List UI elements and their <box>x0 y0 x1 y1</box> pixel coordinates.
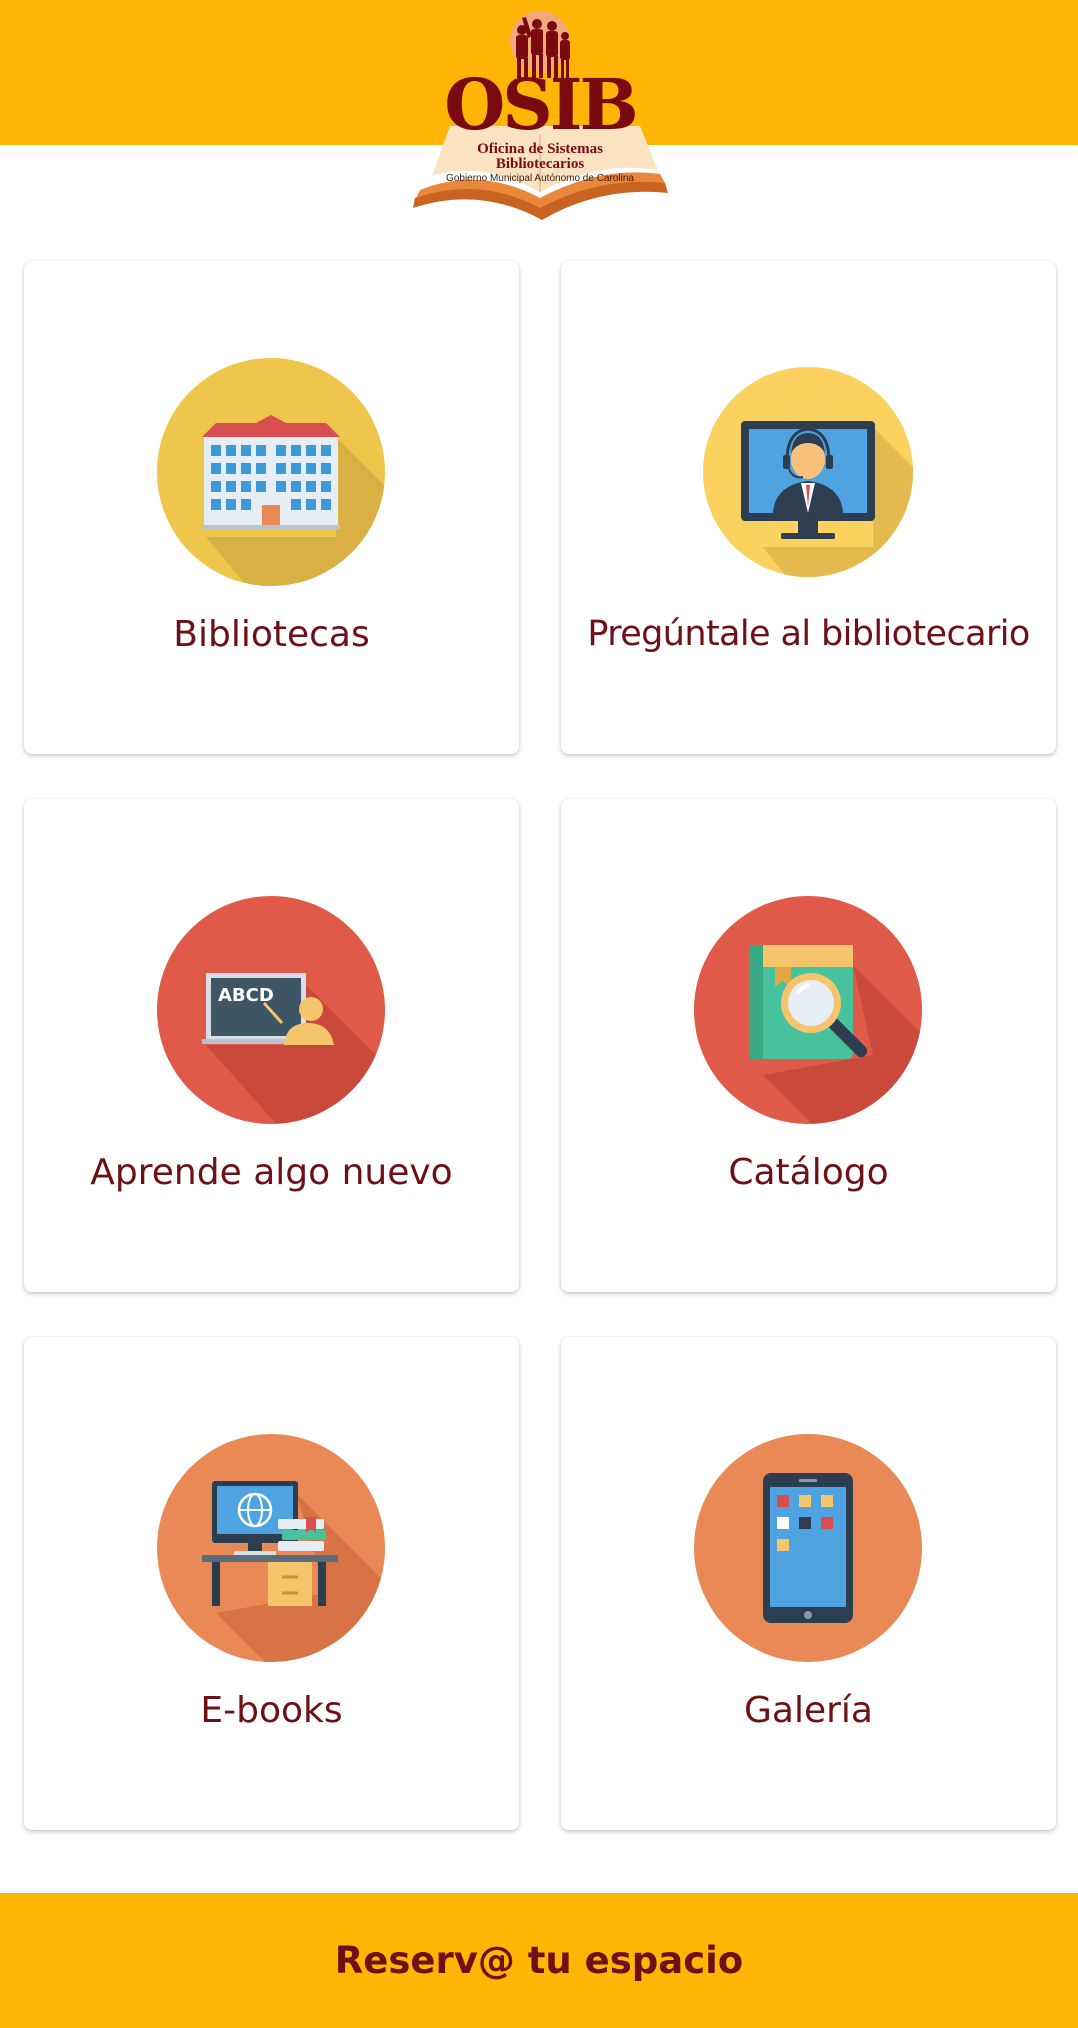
card-bibliotecas[interactable]: Bibliotecas <box>24 261 519 754</box>
book-magnifier-icon <box>693 895 923 1125</box>
blackboard-teacher-icon: ABCD <box>156 895 386 1125</box>
card-catalogo[interactable]: Catálogo <box>561 799 1056 1292</box>
card-label: Pregúntale al bibliotecario <box>587 614 1030 654</box>
reserve-space-button[interactable]: Reserv@ tu espacio <box>0 1893 1078 2028</box>
logo-subtitle-line2: Bibliotecarios <box>495 156 585 172</box>
card-label: E-books <box>200 1690 343 1731</box>
logo-tagline: Gobierno Municipal Autónomo de Carolina <box>446 173 634 184</box>
osib-logo[interactable]: OSIB Oficina de Sistemas Bibliotecarios … <box>410 8 670 230</box>
card-galeria[interactable]: Galería <box>561 1337 1056 1830</box>
logo-title: OSIB <box>444 63 638 146</box>
card-label: Bibliotecas <box>173 614 370 655</box>
card-label: Catálogo <box>728 1152 889 1193</box>
logo-subtitle-line1: Oficina de Sistemas <box>477 141 603 157</box>
computer-desk-books-icon <box>156 1433 386 1663</box>
librarian-headset-icon <box>693 357 923 587</box>
smartphone-icon <box>693 1433 923 1663</box>
card-label: Aprende algo nuevo <box>90 1152 453 1193</box>
reserve-space-label: Reserv@ tu espacio <box>334 1939 744 1982</box>
card-aprende-algo-nuevo[interactable]: ABCD Aprende algo nuevo <box>24 799 519 1292</box>
card-e-books[interactable]: E-books <box>24 1337 519 1830</box>
library-building-icon <box>156 357 386 587</box>
card-preguntale-al-bibliotecario[interactable]: Pregúntale al bibliotecario <box>561 261 1056 754</box>
card-label: Galería <box>744 1690 873 1731</box>
